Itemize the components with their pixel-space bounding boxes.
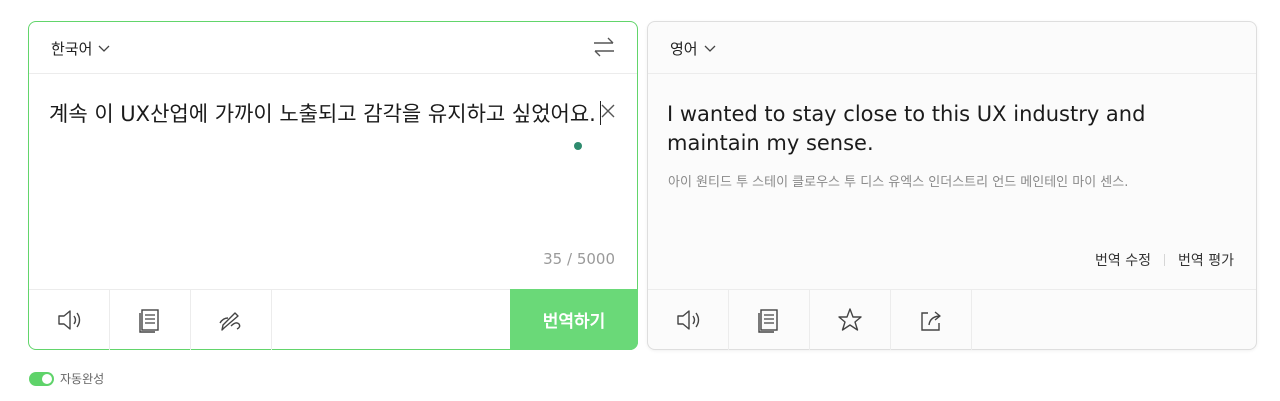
target-panel-header: 영어 — [648, 22, 1256, 74]
chevron-down-icon — [704, 45, 716, 52]
source-listen-button[interactable] — [29, 290, 110, 350]
chevron-down-icon — [98, 45, 110, 52]
star-icon — [838, 308, 862, 331]
edit-translation-link[interactable]: 번역 수정 — [1095, 250, 1151, 270]
clear-text-icon[interactable] — [599, 102, 617, 120]
autocomplete-label: 자동완성 — [60, 372, 105, 386]
swap-languages-icon[interactable] — [591, 36, 617, 58]
dictionary-icon — [139, 309, 159, 333]
translation-feedback-links: 번역 수정 번역 평가 — [1095, 250, 1234, 270]
target-language-select[interactable]: 영어 — [670, 36, 716, 60]
target-panel: 영어 I wanted to stay close to this UX ind… — [647, 21, 1257, 350]
source-language-select[interactable]: 한국어 — [51, 36, 110, 60]
autocomplete-setting: 자동완성 — [29, 370, 104, 387]
handwriting-icon — [219, 312, 241, 331]
target-language-label: 영어 — [670, 39, 698, 58]
target-dictionary-button[interactable] — [729, 290, 810, 350]
source-dictionary-button[interactable] — [110, 290, 191, 350]
share-button[interactable] — [891, 290, 972, 350]
share-icon — [921, 311, 941, 331]
favorite-button[interactable] — [810, 290, 891, 350]
target-listen-button[interactable] — [648, 290, 729, 350]
source-panel: 한국어 계속 이 UX산업에 가까이 노출되고 감각을 유지하고 싶었어요. 3… — [28, 21, 638, 350]
dictionary-icon — [758, 309, 778, 333]
target-toolbar — [648, 289, 1256, 350]
source-language-label: 한국어 — [51, 39, 93, 58]
translate-button[interactable]: 번역하기 — [510, 289, 638, 350]
translated-text: I wanted to stay close to this UX indust… — [667, 102, 1146, 155]
speaker-icon — [677, 310, 700, 330]
handwriting-button[interactable] — [191, 290, 272, 350]
source-panel-header: 한국어 — [29, 22, 637, 74]
speaker-icon — [58, 310, 81, 330]
pronunciation-text: 아이 원티드 투 스테이 클로우스 투 디스 유엑스 인더스트리 언드 메인테인… — [668, 175, 1129, 190]
divider — [1164, 254, 1166, 266]
source-text-input[interactable]: 계속 이 UX산업에 가까이 노출되고 감각을 유지하고 싶었어요. — [49, 100, 609, 129]
autocomplete-toggle[interactable] — [29, 371, 54, 386]
character-count: 35 / 5000 — [543, 250, 615, 268]
rate-translation-link[interactable]: 번역 평가 — [1178, 250, 1234, 270]
source-text: 계속 이 UX산업에 가까이 노출되고 감각을 유지하고 싶었어요. — [49, 102, 596, 126]
grammar-check-dot[interactable] — [574, 142, 582, 150]
source-toolbar: 번역하기 — [29, 289, 638, 350]
